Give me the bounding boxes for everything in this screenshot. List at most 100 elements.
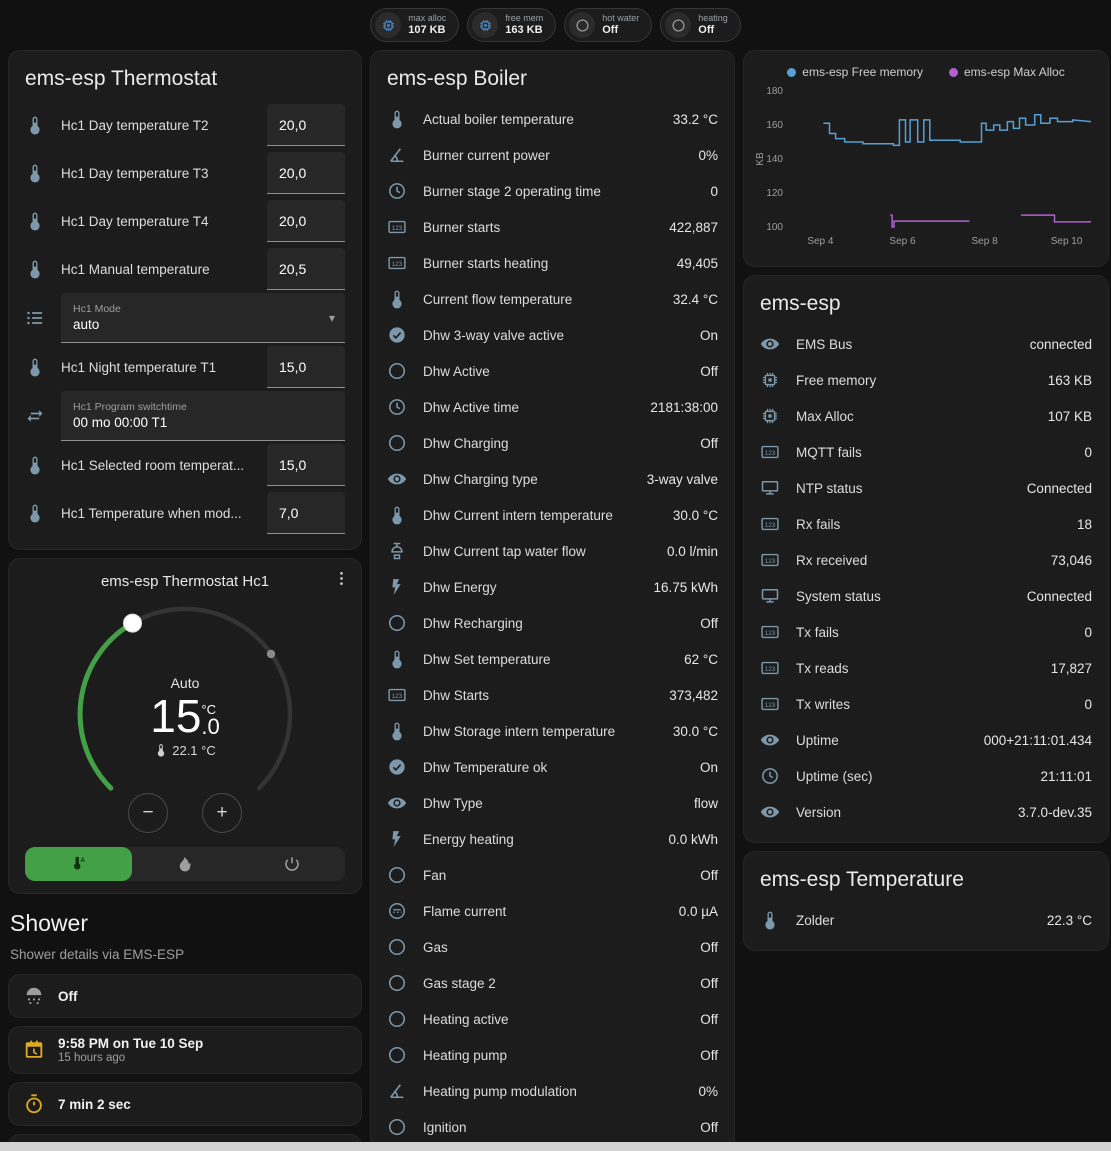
entity-row[interactable]: Free memory163 KB bbox=[760, 362, 1092, 398]
entity-row[interactable]: Uptime000+21:11:01.434 bbox=[760, 722, 1092, 758]
badge-free-mem[interactable]: free mem163 KB bbox=[467, 8, 556, 42]
shower-state-card[interactable]: Off bbox=[8, 974, 362, 1018]
thermometer-icon bbox=[387, 289, 409, 309]
entity-row[interactable]: Max Alloc107 KB bbox=[760, 398, 1092, 434]
entity-row[interactable]: Heating activeOff bbox=[387, 1001, 718, 1037]
decrease-temp-button[interactable]: − bbox=[128, 793, 168, 833]
entity-row[interactable]: IgnitionOff bbox=[387, 1109, 718, 1145]
entity-row[interactable]: Dhw ChargingOff bbox=[387, 425, 718, 461]
history-chart[interactable]: 100120140160180Sep 4Sep 6Sep 8Sep 10KB bbox=[754, 81, 1100, 257]
boiler-rows: Actual boiler temperature33.2 °CBurner c… bbox=[387, 101, 718, 1145]
entity-row[interactable]: 123Tx writes0 bbox=[760, 686, 1092, 722]
eye-icon bbox=[760, 730, 782, 750]
entity-label: Dhw Set temperature bbox=[423, 652, 670, 667]
series-line bbox=[1021, 215, 1091, 222]
y-tick-label: 100 bbox=[766, 222, 783, 233]
y-tick-label: 160 bbox=[766, 120, 783, 131]
circle-icon bbox=[569, 12, 595, 38]
entity-row[interactable]: Flame current0.0 µA bbox=[387, 893, 718, 929]
eye-icon bbox=[760, 334, 782, 354]
entity-value: 0% bbox=[698, 1084, 718, 1099]
entity-label: Gas bbox=[423, 940, 686, 955]
thermometer-icon bbox=[25, 115, 47, 135]
entity-row[interactable]: Heating pump modulation0% bbox=[387, 1073, 718, 1109]
entity-row[interactable]: Dhw Storage intern temperature30.0 °C bbox=[387, 713, 718, 749]
entity-row[interactable]: Dhw Charging type3-way valve bbox=[387, 461, 718, 497]
input-value: 00 mo 00:00 T1 bbox=[73, 415, 187, 430]
mode-button-auto[interactable]: A bbox=[25, 847, 132, 881]
badge-hot-water[interactable]: hot waterOff bbox=[564, 8, 652, 42]
entity-row[interactable]: Uptime (sec)21:11:01 bbox=[760, 758, 1092, 794]
entity-row[interactable]: 123Tx reads17,827 bbox=[760, 650, 1092, 686]
entity-row[interactable]: FanOff bbox=[387, 857, 718, 893]
counter-icon: 123 bbox=[387, 217, 409, 237]
svg-text:123: 123 bbox=[765, 666, 776, 673]
entity-row[interactable]: Dhw Set temperature62 °C bbox=[387, 641, 718, 677]
entity-row[interactable]: Current flow temperature32.4 °C bbox=[387, 281, 718, 317]
entity-row[interactable]: 123Burner starts heating49,405 bbox=[387, 245, 718, 281]
legend-item[interactable]: ems-esp Max Alloc bbox=[949, 65, 1065, 79]
number-input[interactable]: 20,0 bbox=[267, 104, 345, 146]
entity-row[interactable]: Heating pumpOff bbox=[387, 1037, 718, 1073]
entity-row[interactable]: Actual boiler temperature33.2 °C bbox=[387, 101, 718, 137]
entity-row[interactable]: Dhw Current tap water flow0.0 l/min bbox=[387, 533, 718, 569]
entity-row[interactable]: Dhw 3-way valve activeOn bbox=[387, 317, 718, 353]
entity-row[interactable]: Dhw Active time2181:38:00 bbox=[387, 389, 718, 425]
horizontal-scrollbar[interactable] bbox=[0, 1142, 1111, 1151]
entity-row[interactable]: Burner current power0% bbox=[387, 137, 718, 173]
number-input[interactable]: 15,0 bbox=[267, 444, 345, 486]
number-input[interactable]: 15,0 bbox=[267, 346, 345, 388]
svg-text:123: 123 bbox=[392, 693, 403, 700]
entity-row[interactable]: 123MQTT fails0 bbox=[760, 434, 1092, 470]
entity-row: Hc1 Day temperature T320,0 bbox=[25, 149, 345, 197]
entity-row[interactable]: Dhw Temperature okOn bbox=[387, 749, 718, 785]
entity-label: Burner starts heating bbox=[423, 256, 663, 271]
entity-row[interactable]: Dhw ActiveOff bbox=[387, 353, 718, 389]
badge-max-alloc[interactable]: max alloc107 KB bbox=[370, 8, 459, 42]
entity-value: Off bbox=[700, 940, 718, 955]
entity-row[interactable]: System statusConnected bbox=[760, 578, 1092, 614]
entity-row[interactable]: Dhw Typeflow bbox=[387, 785, 718, 821]
number-input[interactable]: 20,0 bbox=[267, 152, 345, 194]
increase-temp-button[interactable]: + bbox=[202, 793, 242, 833]
more-options-icon[interactable] bbox=[332, 569, 351, 593]
mode-select[interactable]: Hc1 Modeauto▾ bbox=[61, 293, 345, 343]
entity-value: Off bbox=[700, 868, 718, 883]
legend-item[interactable]: ems-esp Free memory bbox=[787, 65, 923, 79]
clock-icon bbox=[387, 181, 409, 201]
number-input[interactable]: 20,0 bbox=[267, 200, 345, 242]
entity-value: 18 bbox=[1077, 517, 1092, 532]
entity-row[interactable]: Version3.7.0-dev.35 bbox=[760, 794, 1092, 830]
entity-row[interactable]: Gas Off bbox=[387, 929, 718, 965]
dial-handle[interactable] bbox=[124, 614, 142, 632]
entity-row[interactable]: NTP statusConnected bbox=[760, 470, 1092, 506]
entity-row[interactable]: Dhw RechargingOff bbox=[387, 605, 718, 641]
entity-row[interactable]: Burner stage 2 operating time0 bbox=[387, 173, 718, 209]
shower-duration-card[interactable]: 7 min 2 sec bbox=[8, 1082, 362, 1126]
entity-row[interactable]: 123Rx received73,046 bbox=[760, 542, 1092, 578]
chip-icon bbox=[375, 12, 401, 38]
badge-heating[interactable]: heatingOff bbox=[660, 8, 741, 42]
entity-row[interactable]: Gas stage 2Off bbox=[387, 965, 718, 1001]
number-input[interactable]: 20,5 bbox=[267, 248, 345, 290]
mode-button-off[interactable] bbox=[238, 847, 345, 881]
entity-row[interactable]: 123Rx fails18 bbox=[760, 506, 1092, 542]
entity-row[interactable]: EMS Busconnected bbox=[760, 326, 1092, 362]
entity-row[interactable]: 123Tx fails0 bbox=[760, 614, 1092, 650]
mode-button-heat[interactable] bbox=[132, 847, 239, 881]
entity-row[interactable]: 123Burner starts422,887 bbox=[387, 209, 718, 245]
entity-row[interactable]: 123Dhw Starts373,482 bbox=[387, 677, 718, 713]
circle-icon bbox=[387, 1117, 409, 1137]
entity-row[interactable]: Energy heating0.0 kWh bbox=[387, 821, 718, 857]
entity-row[interactable]: Dhw Energy16.75 kWh bbox=[387, 569, 718, 605]
entity-row[interactable]: Zolder22.3 °C bbox=[760, 902, 1092, 938]
entity-row[interactable]: Dhw Current intern temperature30.0 °C bbox=[387, 497, 718, 533]
thermometer-icon bbox=[387, 721, 409, 741]
text-input[interactable]: Hc1 Program switchtime00 mo 00:00 T1 bbox=[61, 391, 345, 441]
shower-last-card[interactable]: 9:58 PM on Tue 10 Sep 15 hours ago bbox=[8, 1026, 362, 1074]
entity-row: Hc1 Manual temperature20,5 bbox=[25, 245, 345, 293]
entity-value: Off bbox=[700, 616, 718, 631]
number-input[interactable]: 7,0 bbox=[267, 492, 345, 534]
entity-label: Dhw Energy bbox=[423, 580, 639, 595]
eye-icon bbox=[760, 802, 782, 822]
